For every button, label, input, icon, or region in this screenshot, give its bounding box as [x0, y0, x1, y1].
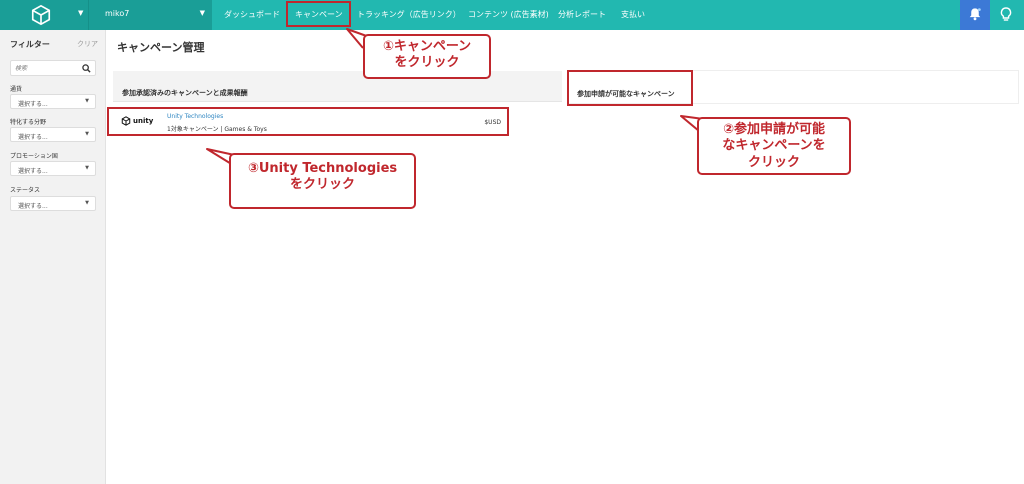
select-value: 選択する...	[18, 203, 48, 210]
unity-logo-icon	[31, 4, 51, 26]
currency-label: $USD	[484, 119, 501, 126]
account-selector[interactable]: miko7 ▼	[88, 0, 212, 30]
callout-step-3: ③Unity Technologies をクリック	[229, 153, 416, 209]
chevron-down-icon: ▼	[85, 98, 89, 104]
callout-line: をクリック	[394, 55, 460, 71]
top-navigation-bar: ▼ miko7 ▼ ダッシュボード キャンペーン トラッキング（広告リンク） コ…	[0, 0, 1024, 30]
filter-select-vertical[interactable]: 選択する... ▼	[10, 127, 96, 142]
callout-line: ②参加申請が可能	[722, 122, 825, 137]
nav-campaigns-highlight	[286, 1, 351, 27]
callout-line: ①キャンペーン	[382, 39, 472, 54]
brand-name: unity	[133, 117, 154, 125]
advertiser-logo: unity	[121, 116, 153, 126]
callout-line: をクリック	[289, 177, 355, 193]
nav-dashboard[interactable]: ダッシュボード	[224, 9, 280, 20]
advertiser-link[interactable]: Unity Technologies	[167, 113, 223, 120]
search-input[interactable]	[15, 63, 77, 73]
unity-logo-icon	[121, 116, 131, 126]
search-field[interactable]	[10, 60, 96, 76]
approved-campaigns-title: 参加承認済みのキャンペーンと成果報酬	[122, 89, 248, 97]
filter-title: フィルター	[10, 40, 50, 49]
nav-reports[interactable]: 分析レポート	[558, 9, 606, 20]
chevron-down-icon: ▼	[85, 165, 89, 171]
search-icon[interactable]	[82, 64, 91, 73]
approved-campaigns-panel[interactable]: 参加承認済みのキャンペーンと成果報酬	[113, 71, 562, 102]
callout-line: なキャンペーンを	[722, 138, 826, 154]
chevron-down-icon: ▼	[78, 9, 84, 17]
nav-content[interactable]: コンテンツ (広告素材)	[468, 9, 549, 20]
filter-sidebar: フィルター クリア 通貨 選択する... ▼ 特化する分野 選択する... ▼ …	[0, 30, 106, 484]
filter-select-currency[interactable]: 選択する... ▼	[10, 94, 96, 109]
notifications-button[interactable]	[960, 0, 990, 30]
select-value: 選択する...	[18, 168, 48, 175]
chevron-down-icon: ▼	[85, 200, 89, 206]
callout-step-1: ①キャンペーン をクリック	[363, 34, 491, 79]
filter-select-status[interactable]: 選択する... ▼	[10, 196, 96, 211]
campaign-row-unity[interactable]: unity Unity Technologies 1対象キャンペーン | Gam…	[107, 107, 509, 136]
campaign-subtitle: 1対象キャンペーン | Games & Toys	[167, 126, 267, 133]
nav-tracking[interactable]: トラッキング（広告リンク）	[357, 9, 461, 20]
select-value: 選択する...	[18, 134, 48, 141]
account-name: miko7	[105, 9, 130, 18]
filter-label-vertical: 特化する分野	[10, 119, 47, 126]
page-title: キャンペーン管理	[117, 41, 205, 54]
bell-icon	[969, 8, 981, 21]
lightbulb-icon[interactable]	[1000, 7, 1012, 23]
clear-filters-link[interactable]: クリア	[77, 39, 98, 49]
available-campaigns-highlight	[567, 70, 693, 106]
select-value: 選択する...	[18, 101, 48, 108]
filter-label-currency: 通貨	[10, 86, 23, 93]
filter-select-country[interactable]: 選択する... ▼	[10, 161, 96, 176]
app-switcher[interactable]: ▼	[0, 0, 88, 30]
callout-step-2: ②参加申請が可能 なキャンペーンを クリック	[697, 117, 851, 175]
nav-payments[interactable]: 支払い	[621, 9, 645, 20]
filter-label-country: プロモーション国	[10, 153, 58, 160]
filter-label-status: ステータス	[10, 187, 41, 194]
chevron-down-icon: ▼	[85, 131, 89, 137]
chevron-down-icon: ▼	[199, 9, 205, 17]
callout-line: ③Unity Technologies	[247, 161, 398, 176]
callout-line: クリック	[747, 154, 800, 170]
